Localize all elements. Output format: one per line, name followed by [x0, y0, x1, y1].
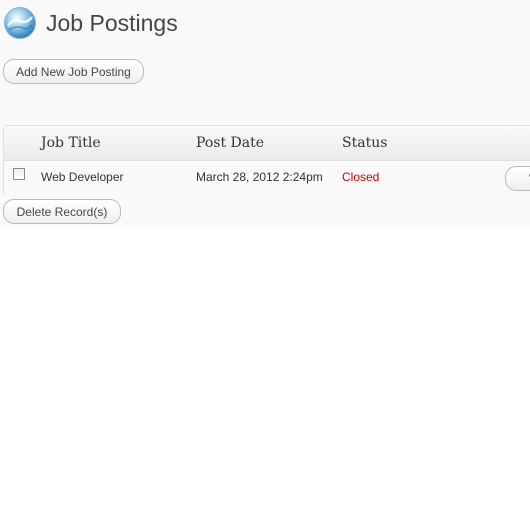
table-row: Web Developer March 28, 2012 2:24pm Clos… — [4, 161, 530, 197]
column-header-post-date[interactable]: Post Date — [196, 134, 264, 152]
globe-icon — [4, 7, 36, 39]
view-button[interactable]: Vie — [505, 166, 530, 191]
page-title: Job Postings — [46, 10, 178, 36]
row-select-checkbox[interactable] — [13, 168, 25, 180]
post-date-cell: March 28, 2012 2:24pm — [196, 170, 323, 184]
job-title-cell: Web Developer — [41, 170, 124, 184]
page-content: Job Postings Add New Job Posting Job Tit… — [0, 0, 530, 225]
status-cell: Closed — [342, 170, 380, 184]
add-new-job-posting-button[interactable]: Add New Job Posting — [3, 59, 144, 84]
delete-records-button[interactable]: Delete Record(s) — [3, 199, 121, 224]
table-header: Job Title Post Date Status — [4, 126, 530, 161]
job-postings-table: Job Title Post Date Status Web Developer… — [3, 125, 530, 197]
column-header-status[interactable]: Status — [342, 134, 387, 152]
column-header-job-title[interactable]: Job Title — [41, 134, 101, 152]
